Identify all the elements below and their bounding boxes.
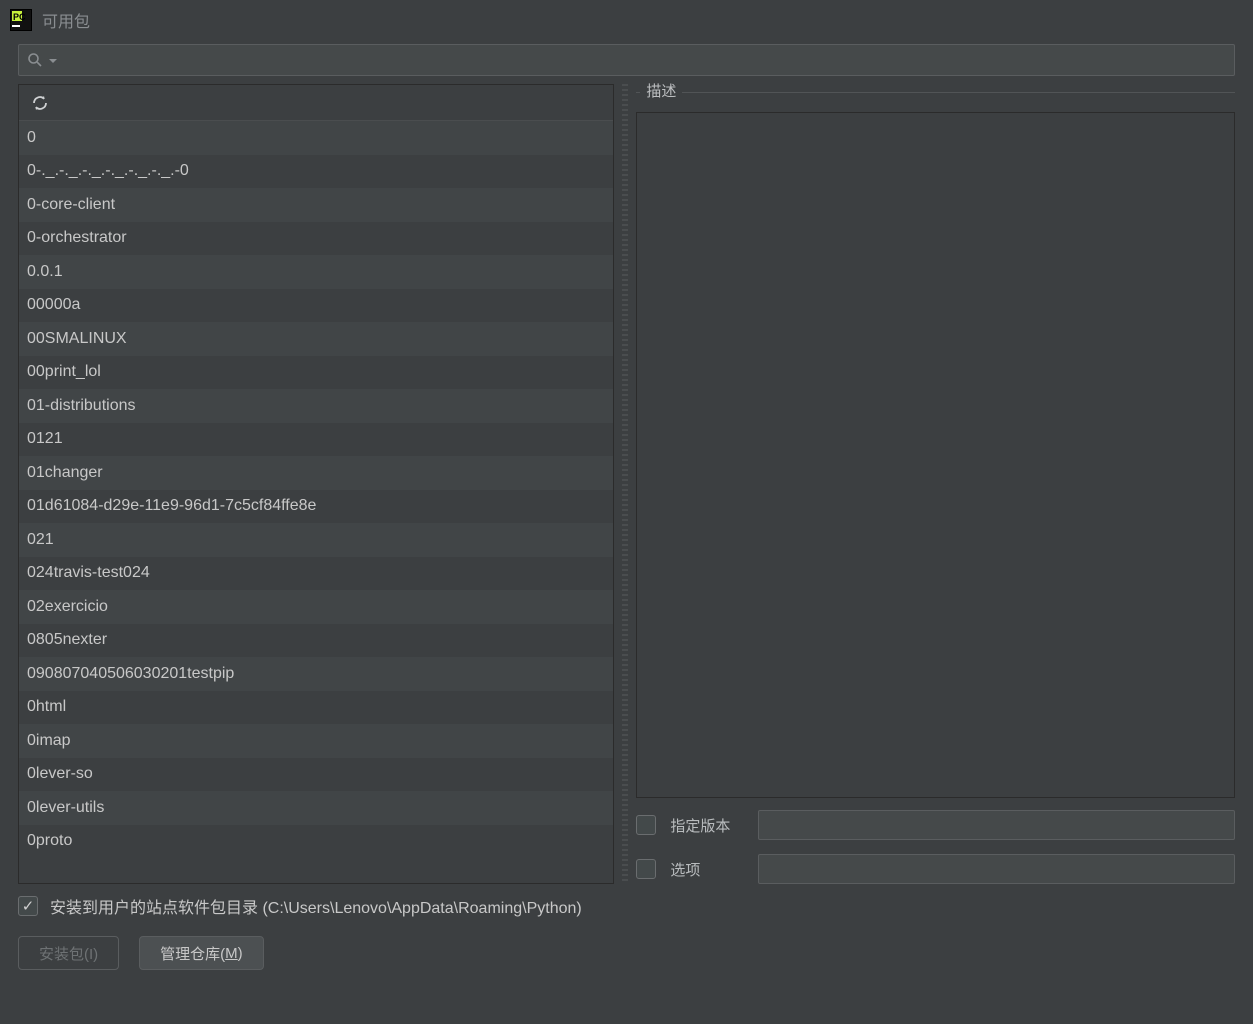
package-list-toolbar: [19, 85, 613, 121]
list-item[interactable]: 0-orchestrator: [19, 222, 613, 256]
package-list[interactable]: 00-._.-._.-._.-._.-._.-._.-00-core-clien…: [19, 121, 613, 883]
list-item[interactable]: 0-core-client: [19, 188, 613, 222]
list-item[interactable]: 00000a: [19, 289, 613, 323]
user-site-checkbox[interactable]: [18, 896, 38, 916]
search-icon: [27, 52, 43, 68]
install-button: 安装包(I): [18, 936, 119, 970]
description-header: 描述: [636, 84, 1235, 100]
list-item[interactable]: 01changer: [19, 456, 613, 490]
svg-text:PC: PC: [13, 12, 26, 22]
list-item[interactable]: 0proto: [19, 825, 613, 859]
options-row: 选项: [636, 854, 1235, 884]
search-box[interactable]: [18, 44, 1235, 76]
list-item[interactable]: 090807040506030201testpip: [19, 657, 613, 691]
list-item[interactable]: 0805nexter: [19, 624, 613, 658]
dropdown-caret-icon[interactable]: [49, 52, 57, 69]
specify-version-row: 指定版本: [636, 810, 1235, 840]
manage-repos-button[interactable]: 管理仓库(M): [139, 936, 264, 970]
user-site-label: 安装到用户的站点软件包目录 (C:\Users\Lenovo\AppData\R…: [50, 894, 582, 918]
search-row: [0, 40, 1253, 84]
list-item[interactable]: 0imap: [19, 724, 613, 758]
description-body: [636, 112, 1235, 798]
details-pane: 描述 指定版本 选项: [636, 84, 1235, 884]
options-block: 指定版本 选项: [636, 810, 1235, 884]
window-title: 可用包: [42, 8, 90, 32]
bottom-bar: 安装到用户的站点软件包目录 (C:\Users\Lenovo\AppData\R…: [0, 884, 1253, 988]
list-item[interactable]: 02exercicio: [19, 590, 613, 624]
specify-version-checkbox[interactable]: [636, 815, 656, 835]
titlebar: PC 可用包: [0, 0, 1253, 40]
package-list-pane: 00-._.-._.-._.-._.-._.-._.-00-core-clien…: [18, 84, 614, 884]
list-item[interactable]: 0.0.1: [19, 255, 613, 289]
specify-version-label: 指定版本: [670, 815, 744, 836]
list-item[interactable]: 021: [19, 523, 613, 557]
pane-splitter[interactable]: [622, 84, 628, 884]
list-item[interactable]: 00SMALINUX: [19, 322, 613, 356]
app-icon: PC: [10, 9, 32, 31]
list-item[interactable]: 01-distributions: [19, 389, 613, 423]
search-input[interactable]: [63, 52, 1226, 69]
list-item[interactable]: 0lever-utils: [19, 791, 613, 825]
content-area: 00-._.-._.-._.-._.-._.-._.-00-core-clien…: [0, 84, 1253, 884]
list-item[interactable]: 0lever-so: [19, 758, 613, 792]
list-item[interactable]: 0121: [19, 423, 613, 457]
options-checkbox[interactable]: [636, 859, 656, 879]
button-row: 安装包(I) 管理仓库(M): [18, 936, 1235, 970]
options-label: 选项: [670, 859, 744, 880]
list-item[interactable]: 01d61084-d29e-11e9-96d1-7c5cf84ffe8e: [19, 490, 613, 524]
refresh-icon[interactable]: [27, 90, 53, 116]
list-item[interactable]: 024travis-test024: [19, 557, 613, 591]
list-item[interactable]: 0: [19, 121, 613, 155]
specify-version-input[interactable]: [758, 810, 1235, 840]
list-item[interactable]: 00print_lol: [19, 356, 613, 390]
list-item[interactable]: 0-._.-._.-._.-._.-._.-._.-0: [19, 155, 613, 189]
description-label: 描述: [640, 80, 682, 101]
user-site-row: 安装到用户的站点软件包目录 (C:\Users\Lenovo\AppData\R…: [18, 894, 1235, 918]
options-input[interactable]: [758, 854, 1235, 884]
list-item[interactable]: 0html: [19, 691, 613, 725]
